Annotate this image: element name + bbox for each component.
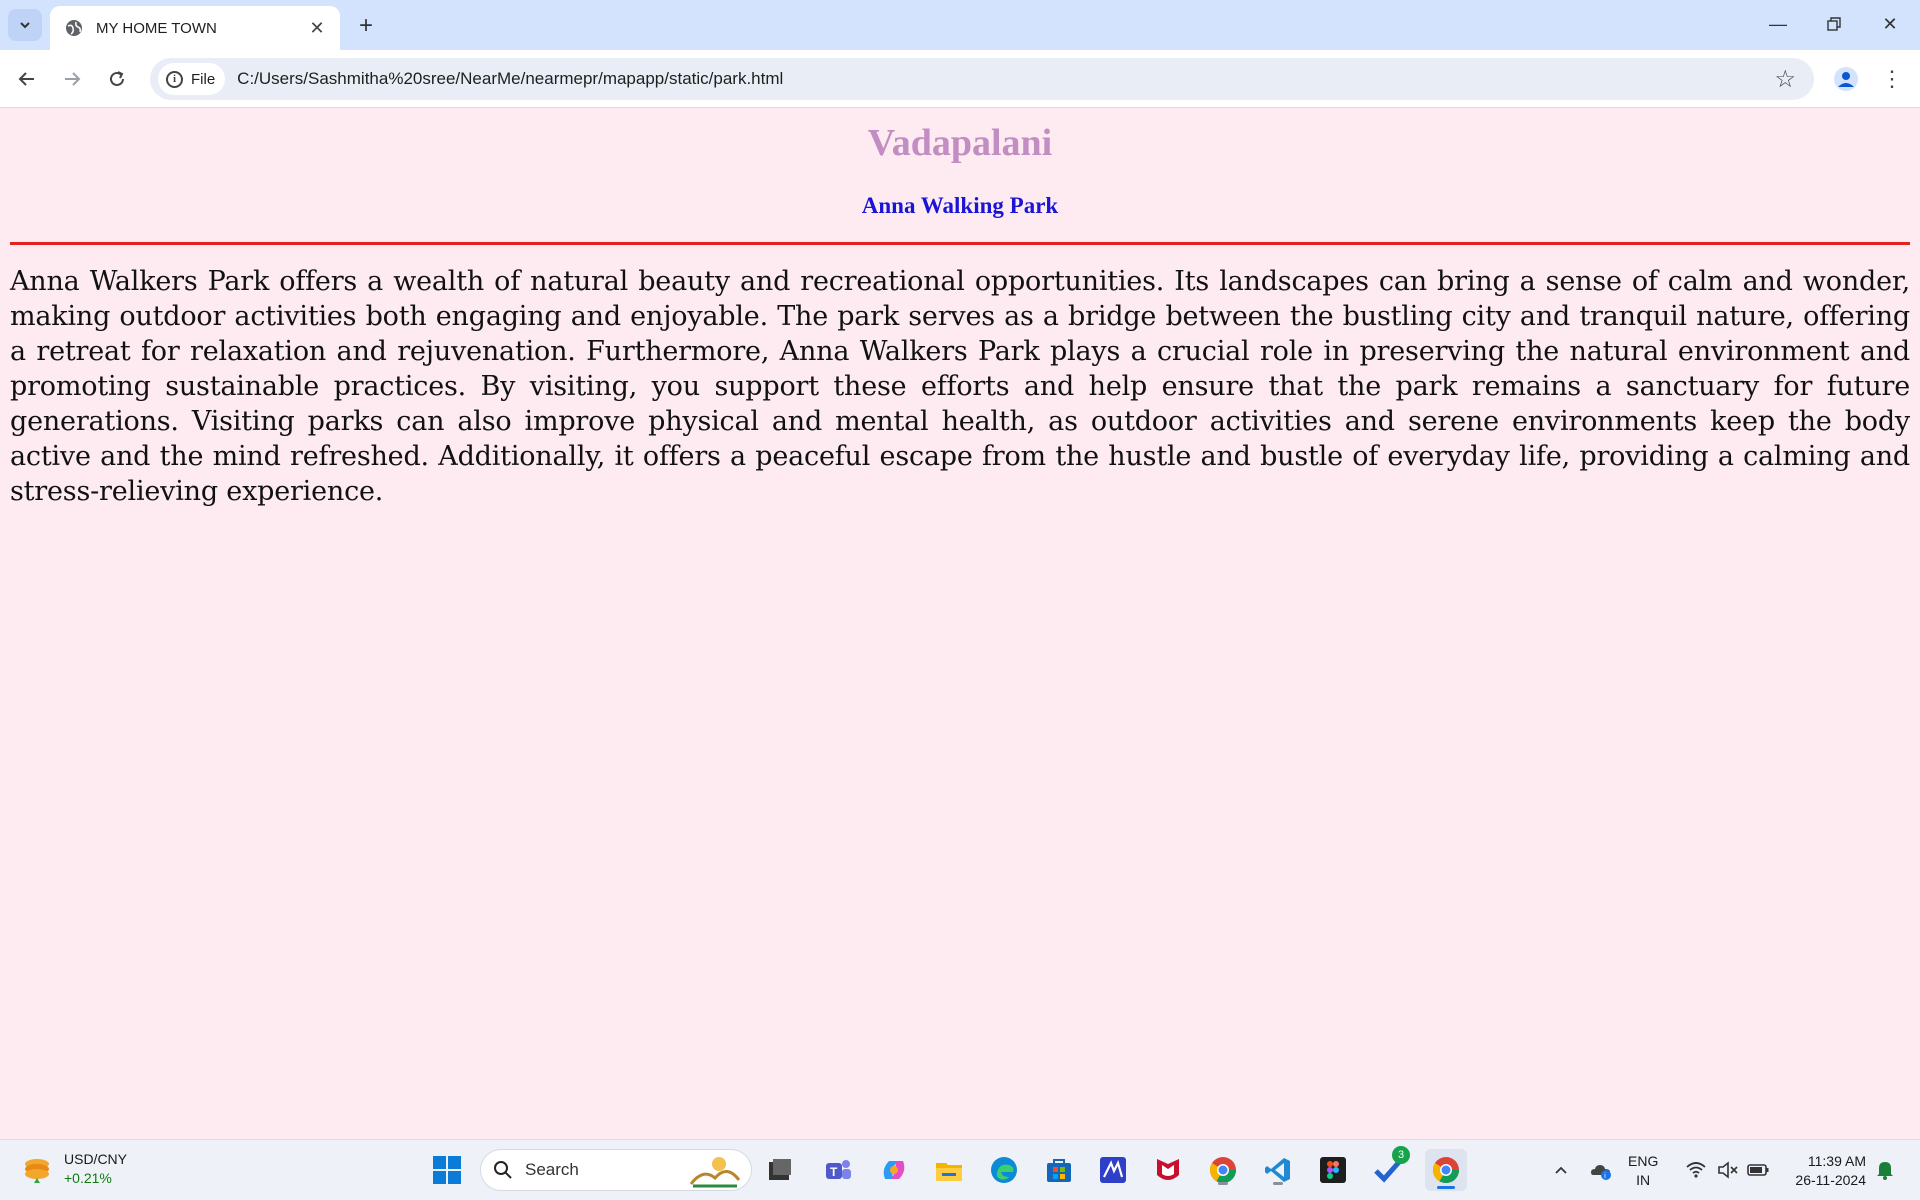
running-indicator (1218, 1182, 1228, 1185)
widget-change: +0.21% (64, 1170, 112, 1186)
new-tab-button[interactable]: + (352, 12, 380, 40)
vscode-icon[interactable] (1260, 1152, 1296, 1188)
mcafee-icon[interactable] (1150, 1152, 1186, 1188)
active-indicator (1437, 1186, 1455, 1189)
reload-button[interactable] (101, 63, 133, 95)
minimize-button[interactable]: — (1750, 0, 1806, 48)
search-icon (494, 1161, 512, 1179)
store-icon[interactable] (1041, 1152, 1077, 1188)
profile-button[interactable] (1830, 63, 1862, 95)
page-content: Vadapalani Anna Walking Park Anna Walker… (0, 109, 1920, 1139)
file-explorer-icon[interactable] (931, 1152, 967, 1188)
horizontal-rule (10, 242, 1910, 245)
restore-icon (1827, 17, 1841, 31)
close-window-button[interactable]: ✕ (1862, 0, 1918, 48)
battery-icon[interactable] (1740, 1152, 1776, 1188)
onedrive-icon[interactable]: i (1583, 1152, 1619, 1188)
tab-close-icon[interactable]: ✕ (306, 17, 328, 39)
search-highlight-icon (689, 1157, 741, 1188)
description-paragraph: Anna Walkers Park offers a wealth of nat… (10, 266, 1910, 507)
browser-tab[interactable]: MY HOME TOWN ✕ (50, 6, 340, 50)
tab-title: MY HOME TOWN (96, 19, 217, 37)
forward-button[interactable] (56, 63, 88, 95)
language-code: ENG (1628, 1153, 1659, 1169)
figma-icon[interactable] (1315, 1152, 1351, 1188)
reload-icon (110, 71, 124, 86)
clock-date: 26-11-2024 (1795, 1172, 1866, 1188)
svg-text:T: T (830, 1165, 838, 1179)
running-indicator (1273, 1182, 1283, 1185)
chevron-down-icon (20, 22, 30, 29)
currency-widget[interactable]: USD/CNY +0.21% (22, 1150, 127, 1188)
globe-icon (66, 20, 82, 36)
taskbar: USD/CNY +0.21% Search T 3 i ENG IN 11:39… (0, 1139, 1920, 1200)
chrome-icon[interactable] (1205, 1152, 1241, 1188)
arrow-left-icon (18, 72, 34, 86)
clock[interactable]: 11:39 AM 26-11-2024 (1776, 1152, 1866, 1190)
address-bar[interactable]: i File C:/Users/Sashmitha%20sree/NearMe/… (150, 58, 1814, 100)
edge-icon[interactable] (986, 1152, 1022, 1188)
task-view-icon[interactable] (762, 1152, 798, 1188)
restore-button[interactable] (1806, 0, 1862, 48)
clock-time: 11:39 AM (1807, 1153, 1866, 1169)
site-info-chip[interactable]: i File (158, 63, 226, 95)
info-icon: i (166, 70, 183, 88)
windows-start-icon[interactable] (429, 1152, 465, 1188)
coins-icon (25, 1159, 49, 1183)
app-icon[interactable] (1095, 1152, 1131, 1188)
back-button[interactable] (11, 63, 43, 95)
teams-icon[interactable]: T (820, 1152, 856, 1188)
widget-label: USD/CNY (64, 1151, 128, 1167)
browser-menu-button[interactable]: ⋮ (1878, 63, 1906, 95)
chrome-active-icon[interactable] (1425, 1149, 1467, 1191)
notification-badge: 3 (1392, 1146, 1410, 1164)
url-text[interactable]: C:/Users/Sashmitha%20sree/NearMe/nearmep… (237, 69, 783, 89)
page-subheading: Anna Walking Park (861, 193, 1059, 218)
search-placeholder: Search (525, 1160, 579, 1179)
taskbar-search-box[interactable]: Search (480, 1149, 752, 1191)
region-code: IN (1636, 1172, 1651, 1188)
bookmark-star-icon[interactable]: ☆ (1774, 65, 1796, 94)
tab-search-button[interactable] (8, 9, 42, 41)
tab-strip: MY HOME TOWN ✕ + — ✕ (0, 0, 1920, 50)
wifi-icon[interactable] (1678, 1152, 1714, 1188)
chevron-up-icon[interactable] (1543, 1152, 1579, 1188)
arrow-right-icon (65, 72, 81, 86)
copilot-icon[interactable] (876, 1152, 912, 1188)
site-info-label: File (191, 70, 216, 88)
notification-bell-icon[interactable] (1870, 1152, 1900, 1188)
browser-toolbar: i File C:/Users/Sashmitha%20sree/NearMe/… (0, 50, 1920, 108)
todo-icon[interactable]: 3 (1370, 1146, 1410, 1188)
language-indicator[interactable]: ENG IN (1628, 1152, 1658, 1190)
profile-avatar-icon (1834, 67, 1858, 91)
page-heading: Vadapalani (867, 122, 1053, 164)
